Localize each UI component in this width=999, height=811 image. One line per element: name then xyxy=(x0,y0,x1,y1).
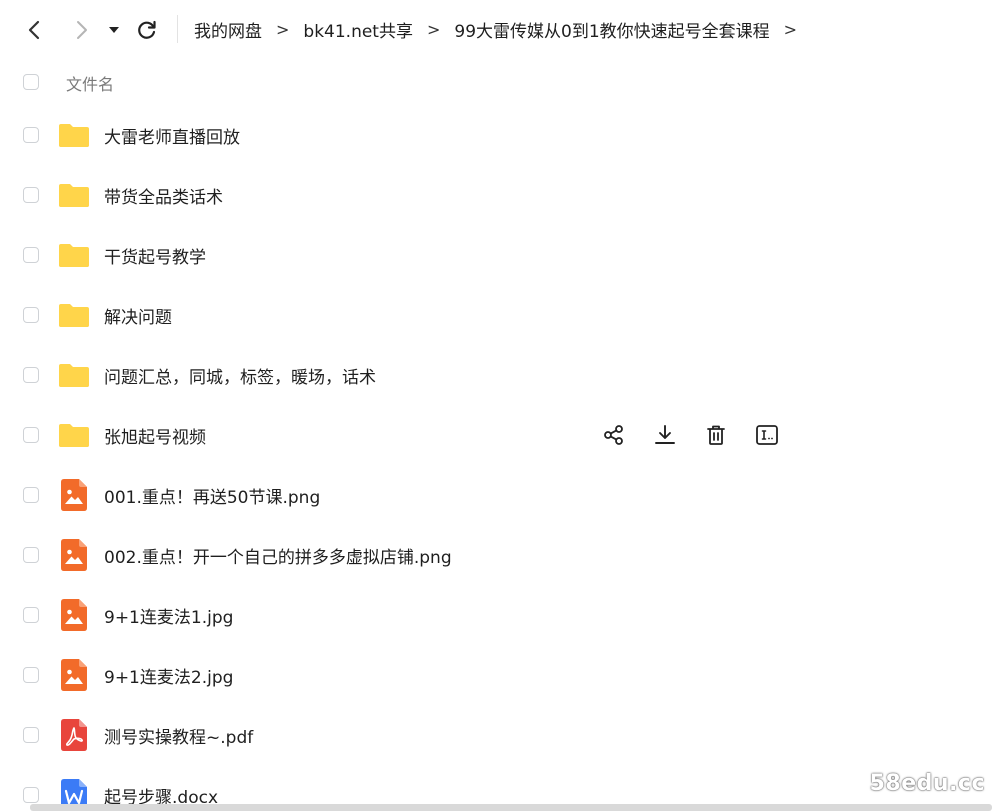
nav-divider xyxy=(177,15,178,43)
row-checkbox[interactable] xyxy=(23,427,39,443)
list-header: 文件名 xyxy=(0,62,999,102)
delete-icon xyxy=(705,424,727,446)
folder-icon xyxy=(58,179,90,211)
breadcrumb-item-my-drive[interactable]: 我的网盘 xyxy=(194,17,262,42)
file-name-label[interactable]: 解决问题 xyxy=(104,303,172,328)
row-action-toolbar xyxy=(600,421,804,449)
row-checkbox[interactable] xyxy=(23,547,39,563)
file-row[interactable]: 002.重点！开一个自己的拼多多虚拟店铺.png xyxy=(0,525,999,585)
watermark: 58edu.cc xyxy=(869,771,985,796)
folder-row[interactable]: 问题汇总，同城，标签，暖场，话术 xyxy=(0,345,999,405)
image-file-icon xyxy=(58,539,90,571)
share-button[interactable] xyxy=(600,421,628,449)
breadcrumb-separator: > xyxy=(783,19,798,39)
image-file-icon xyxy=(58,659,90,691)
row-checkbox[interactable] xyxy=(23,787,39,803)
caret-down-icon xyxy=(109,27,119,33)
folder-row[interactable]: 干货起号教学 xyxy=(0,225,999,285)
rename-button[interactable] xyxy=(753,421,781,449)
row-checkbox[interactable] xyxy=(23,667,39,683)
file-list: 大雷老师直播回放 带货全品类话术 干货起号教学 解决问题问题汇总，同城，标签，暖场，话… xyxy=(0,105,999,811)
image-file-icon xyxy=(58,479,90,511)
folder-icon xyxy=(58,119,90,151)
folder-row[interactable]: 带货全品类话术 xyxy=(0,165,999,225)
folder-icon xyxy=(58,419,90,451)
history-dropdown-button[interactable] xyxy=(103,16,125,44)
row-checkbox[interactable] xyxy=(23,607,39,623)
file-name-label[interactable]: 张旭起号视频 xyxy=(104,423,206,448)
breadcrumb-separator: > xyxy=(276,19,290,39)
image-file-icon xyxy=(58,599,90,631)
chevron-left-icon xyxy=(28,20,40,40)
file-browser: 我的网盘 > bk41.net共享 > 99大雷传媒从0到1教你快速起号全套课程… xyxy=(0,0,999,811)
breadcrumb: 我的网盘 > bk41.net共享 > 99大雷传媒从0到1教你快速起号全套课程… xyxy=(194,16,811,42)
refresh-icon xyxy=(138,20,156,39)
file-name-label[interactable]: 9+1连麦法2.jpg xyxy=(104,663,233,688)
pdf-file-icon xyxy=(58,719,90,751)
row-checkbox[interactable] xyxy=(23,127,39,143)
delete-button[interactable] xyxy=(702,421,730,449)
breadcrumb-item-shared[interactable]: bk41.net共享 xyxy=(303,17,413,42)
file-name-label[interactable]: 问题汇总，同城，标签，暖场，话术 xyxy=(104,363,376,388)
refresh-button[interactable] xyxy=(133,16,161,44)
row-checkbox[interactable] xyxy=(23,367,39,383)
forward-button[interactable] xyxy=(67,16,95,44)
file-row[interactable]: 9+1连麦法1.jpg xyxy=(0,585,999,645)
file-row[interactable]: 测号实操教程~.pdf xyxy=(0,705,999,765)
folder-row[interactable]: 解决问题 xyxy=(0,285,999,345)
download-icon xyxy=(654,424,676,446)
file-name-label[interactable]: 干货起号教学 xyxy=(104,243,206,268)
share-icon xyxy=(603,424,625,446)
chevron-right-icon xyxy=(77,21,87,39)
navigation-bar: 我的网盘 > bk41.net共享 > 99大雷传媒从0到1教你快速起号全套课程… xyxy=(0,0,999,58)
row-checkbox[interactable] xyxy=(23,247,39,263)
file-name-label[interactable]: 9+1连麦法1.jpg xyxy=(104,603,233,628)
folder-icon xyxy=(58,299,90,331)
file-name-label[interactable]: 002.重点！开一个自己的拼多多虚拟店铺.png xyxy=(104,543,452,568)
folder-row[interactable]: 张旭起号视频 xyxy=(0,405,999,465)
file-row[interactable]: 001.重点！再送50节课.png xyxy=(0,465,999,525)
horizontal-scrollbar[interactable] xyxy=(30,804,992,811)
rename-icon xyxy=(755,424,779,446)
download-button[interactable] xyxy=(651,421,679,449)
folder-icon xyxy=(58,239,90,271)
file-name-label[interactable]: 大雷老师直播回放 xyxy=(104,123,240,148)
back-button[interactable] xyxy=(21,16,49,44)
breadcrumb-separator: > xyxy=(426,19,441,39)
folder-icon xyxy=(58,359,90,391)
folder-row[interactable]: 大雷老师直播回放 xyxy=(0,105,999,165)
file-row[interactable]: 9+1连麦法2.jpg xyxy=(0,645,999,705)
file-name-label[interactable]: 带货全品类话术 xyxy=(104,183,223,208)
file-name-label[interactable]: 001.重点！再送50节课.png xyxy=(104,483,320,508)
row-checkbox[interactable] xyxy=(23,727,39,743)
row-checkbox[interactable] xyxy=(23,307,39,323)
select-all-checkbox[interactable] xyxy=(23,74,39,90)
column-header-filename[interactable]: 文件名 xyxy=(66,71,114,95)
row-checkbox[interactable] xyxy=(23,187,39,203)
row-checkbox[interactable] xyxy=(23,487,39,503)
breadcrumb-item-current-folder[interactable]: 99大雷传媒从0到1教你快速起号全套课程 xyxy=(454,17,769,42)
file-name-label[interactable]: 测号实操教程~.pdf xyxy=(104,723,253,748)
